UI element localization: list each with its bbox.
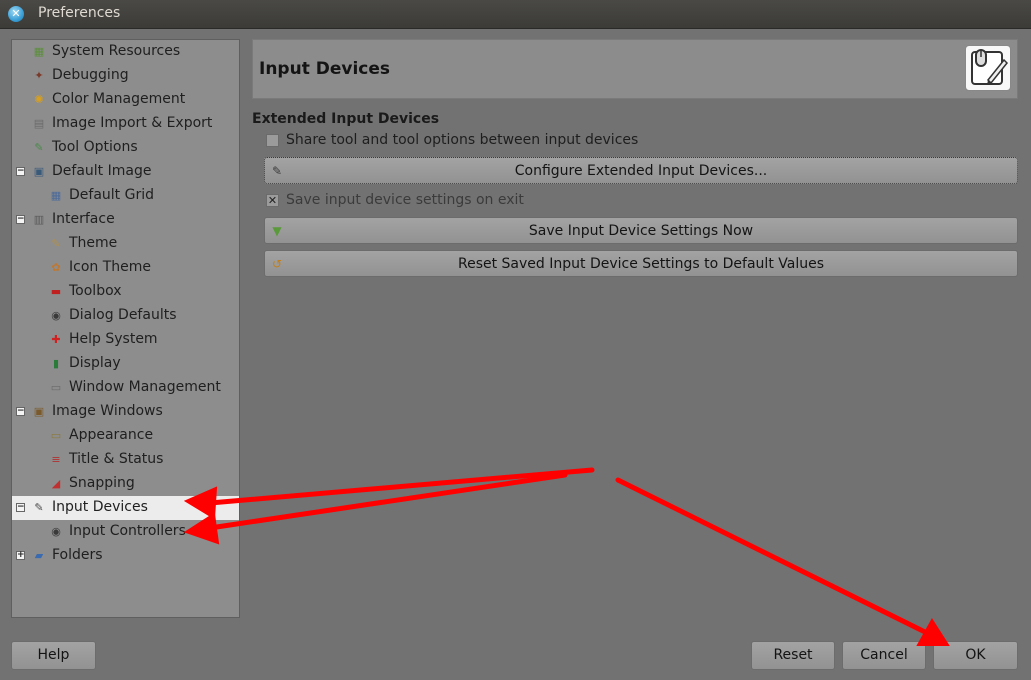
annotation-arrow-input-controllers bbox=[207, 472, 568, 531]
annotation-arrow-ok bbox=[615, 477, 928, 635]
annotation-arrowhead-input-devices bbox=[183, 486, 218, 520]
annotation-arrowhead-input-controllers bbox=[183, 512, 220, 545]
annotation-arrows bbox=[183, 467, 950, 646]
